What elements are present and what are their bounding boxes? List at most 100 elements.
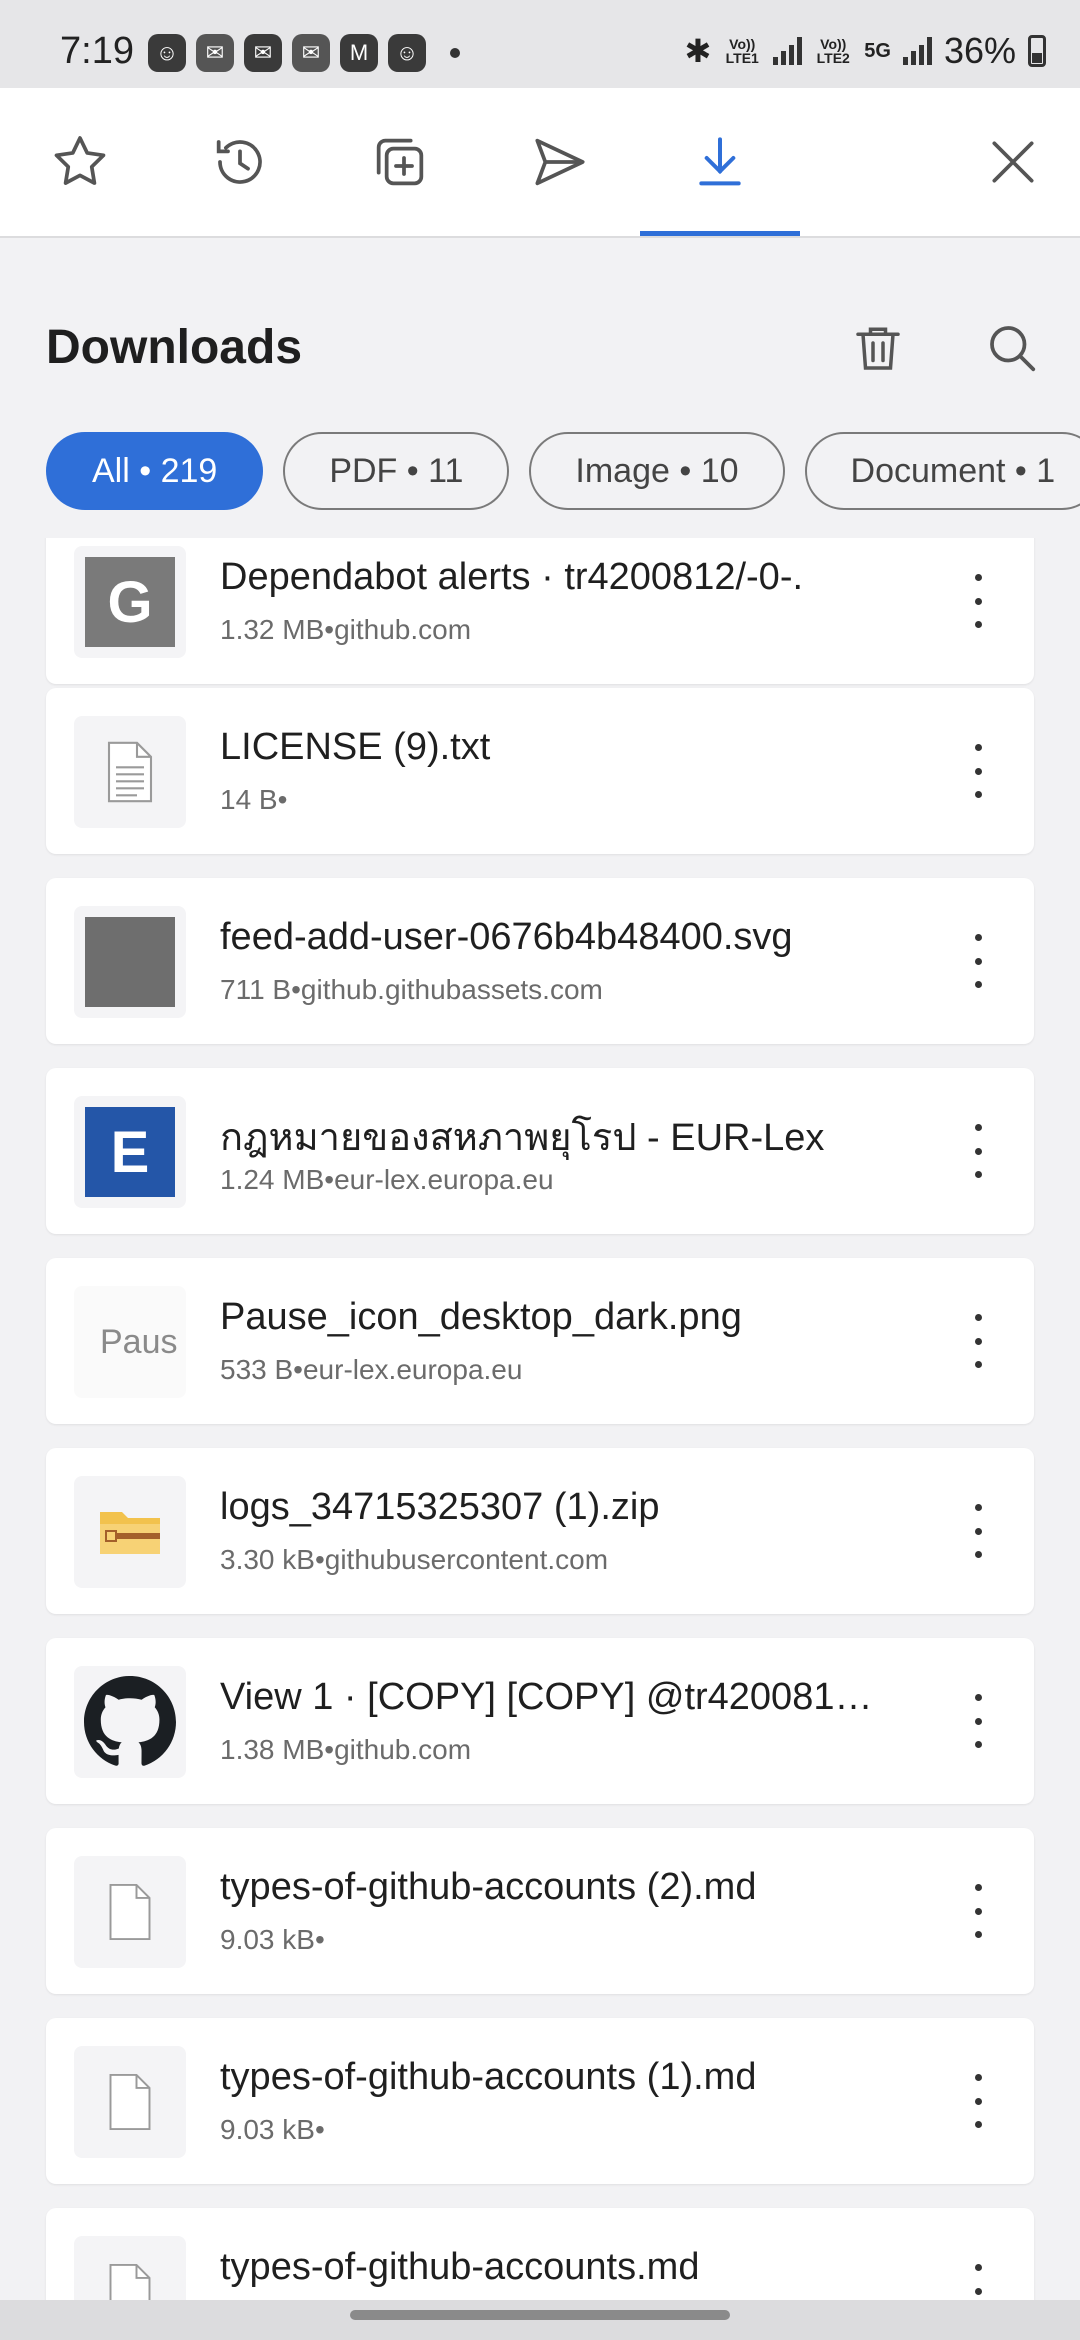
- g-favicon: G: [85, 557, 175, 647]
- list-item[interactable]: types-of-github-accounts (1).md 9.03 kB•: [46, 2018, 1034, 2184]
- navigation-bar: [0, 2300, 1080, 2340]
- battery-level: 36%: [943, 30, 1016, 71]
- item-name: types-of-github-accounts (1).md: [220, 2056, 757, 2098]
- more-options-button[interactable]: [958, 736, 998, 806]
- mail-icon: ✉: [196, 34, 234, 72]
- item-thumbnail: [74, 2236, 186, 2300]
- top-toolbar: [0, 88, 1080, 238]
- gmail-icon: M: [340, 34, 378, 72]
- page-title: Downloads: [46, 321, 303, 374]
- image-preview-text: Paus: [100, 1322, 178, 1361]
- more-icon: [974, 1694, 982, 1701]
- item-meta: 1.24 MB•eur-lex.europa.eu: [220, 1164, 554, 1195]
- app-icon: ☺: [388, 34, 426, 72]
- downloads-list: G Dependabot alerts · tr4200812/-0-. 1.3…: [0, 538, 1080, 2300]
- e-favicon: E: [85, 1107, 175, 1197]
- item-meta: 711 B•github.githubassets.com: [220, 974, 603, 1005]
- file-icon: [109, 2073, 151, 2131]
- search-button[interactable]: [980, 316, 1044, 380]
- more-icon: [974, 1124, 982, 1131]
- more-options-button[interactable]: [958, 1876, 998, 1946]
- bluetooth-icon: ✱: [684, 33, 712, 69]
- add-tab-icon: [376, 138, 424, 186]
- send-tab[interactable]: [480, 88, 640, 236]
- item-thumbnail: [74, 906, 186, 1018]
- battery-icon: [1028, 35, 1046, 67]
- more-options-button[interactable]: [958, 1686, 998, 1756]
- item-name: logs_34715325307 (1).zip: [220, 1486, 660, 1528]
- item-meta: 533 B•eur-lex.europa.eu: [220, 1354, 523, 1385]
- email-icon: ✉: [244, 34, 282, 72]
- item-thumbnail: [74, 1666, 186, 1778]
- close-button[interactable]: [933, 88, 1080, 236]
- more-options-button[interactable]: [958, 926, 998, 996]
- item-name: LICENSE (9).txt: [220, 726, 491, 768]
- mail-icon: ✉: [292, 34, 330, 72]
- list-item[interactable]: LICENSE (9).txt 14 B•: [46, 688, 1034, 854]
- more-notifications-dot: [450, 48, 460, 58]
- list-item[interactable]: View 1 · [COPY] [COPY] @tr420081… 1.38 M…: [46, 1638, 1034, 1804]
- more-icon: [974, 744, 982, 751]
- app-icon: ☺: [148, 34, 186, 72]
- close-icon: [992, 141, 1034, 183]
- item-name: feed-add-user-0676b4b48400.svg: [220, 916, 793, 958]
- home-gesture-handle[interactable]: [350, 2310, 730, 2320]
- more-icon: [974, 1884, 982, 1891]
- signal-icon: [773, 37, 803, 65]
- item-name: types-of-github-accounts (2).md: [220, 1866, 757, 1908]
- search-icon: [990, 326, 1036, 372]
- more-icon: [974, 574, 982, 581]
- item-name: View 1 · [COPY] [COPY] @tr420081…: [220, 1676, 873, 1718]
- list-item[interactable]: G Dependabot alerts · tr4200812/-0-. 1.3…: [46, 538, 1034, 684]
- history-tab[interactable]: [160, 88, 320, 236]
- item-thumbnail: [74, 716, 186, 828]
- filter-chip-document[interactable]: Document • 1: [804, 432, 1080, 510]
- item-meta: 14 B•: [220, 784, 288, 815]
- list-item[interactable]: feed-add-user-0676b4b48400.svg 711 B•git…: [46, 878, 1034, 1044]
- filter-chip-image[interactable]: Image • 10: [529, 432, 785, 510]
- text-file-icon: [107, 741, 153, 803]
- item-meta: 9.03 kB•: [220, 2114, 325, 2145]
- item-meta: 9.03 kB•: [220, 1924, 325, 1955]
- more-icon: [974, 1314, 982, 1321]
- item-thumbnail: G: [74, 546, 186, 658]
- item-meta: 1.32 MB•github.com: [220, 614, 472, 645]
- more-options-button[interactable]: [958, 1496, 998, 1566]
- item-thumbnail: [74, 1476, 186, 1588]
- item-thumbnail: Paus: [74, 1286, 186, 1398]
- more-options-button[interactable]: [958, 2256, 998, 2300]
- svg-preview: [85, 917, 175, 1007]
- file-icon: [109, 2263, 151, 2300]
- list-item[interactable]: logs_34715325307 (1).zip 3.30 kB•githubu…: [46, 1448, 1034, 1614]
- item-thumbnail: [74, 1856, 186, 1968]
- tabs-tab[interactable]: [320, 88, 480, 236]
- more-options-button[interactable]: [958, 1306, 998, 1376]
- item-meta: 1.38 MB•github.com: [220, 1734, 472, 1765]
- item-name: Dependabot alerts · tr4200812/-0-.: [220, 556, 804, 598]
- filter-chips: All • 219 PDF • 11 Image • 10 Document • 1: [46, 432, 1080, 512]
- more-icon: [974, 2264, 982, 2271]
- bookmarks-tab[interactable]: [0, 88, 160, 236]
- status-bar: 7:19 ☺ ✉ ✉ ✉ M ☺ ✱ Vo)) LTE1 Vo)) LTE2 5…: [0, 0, 1080, 88]
- more-icon: [974, 2074, 982, 2081]
- item-name: types-of-github-accounts.md: [220, 2246, 700, 2288]
- network-type: 5G: [864, 40, 891, 62]
- signal-icon: [902, 37, 932, 65]
- list-item[interactable]: E กฎหมายของสหภาพยุโรป - EUR-Lex 1.24 MB•…: [46, 1068, 1034, 1234]
- lte2-label: Vo)) LTE2: [816, 36, 850, 66]
- filter-chip-all[interactable]: All • 219: [46, 432, 264, 510]
- delete-all-button[interactable]: [846, 316, 910, 380]
- more-options-button[interactable]: [958, 566, 998, 636]
- item-name: Pause_icon_desktop_dark.png: [220, 1296, 742, 1338]
- notification-icons: ☺ ✉ ✉ ✉ M ☺: [148, 34, 460, 72]
- downloads-tab[interactable]: [640, 88, 800, 236]
- filter-chip-pdf[interactable]: PDF • 11: [283, 432, 510, 510]
- more-options-button[interactable]: [958, 1116, 998, 1186]
- lte1-label: Vo)) LTE1: [725, 36, 759, 66]
- list-item[interactable]: types-of-github-accounts (2).md 9.03 kB•: [46, 1828, 1034, 1994]
- item-thumbnail: E: [74, 1096, 186, 1208]
- more-options-button[interactable]: [958, 2066, 998, 2136]
- list-item[interactable]: Paus Pause_icon_desktop_dark.png 533 B•e…: [46, 1258, 1034, 1424]
- list-item[interactable]: types-of-github-accounts.md: [46, 2208, 1034, 2300]
- item-thumbnail: [74, 2046, 186, 2158]
